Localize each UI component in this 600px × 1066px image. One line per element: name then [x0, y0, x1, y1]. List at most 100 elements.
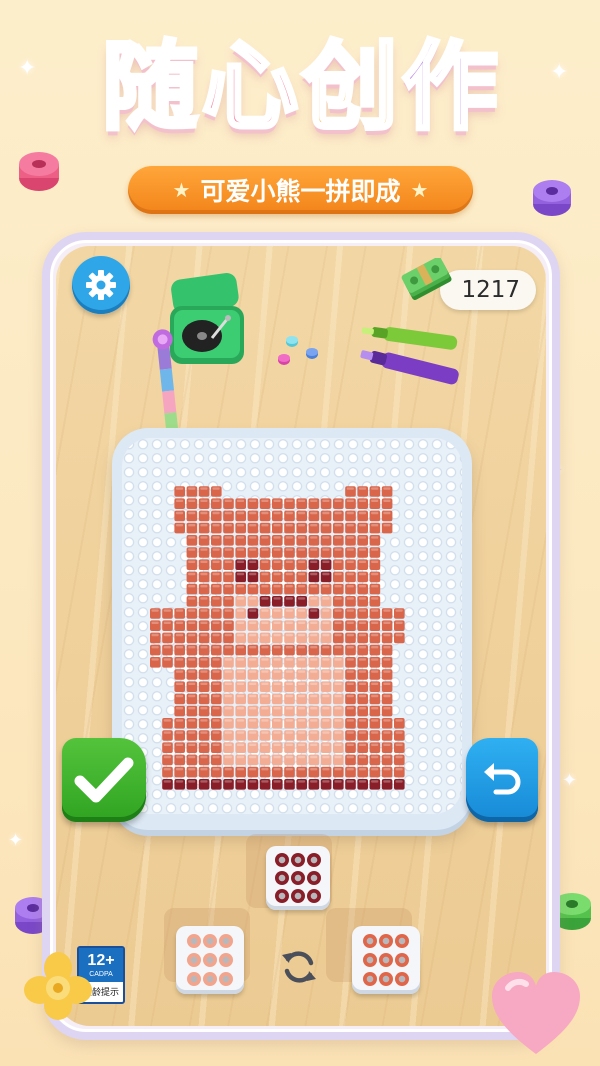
bead-highlight — [322, 572, 330, 576]
bead-highlight — [310, 646, 318, 649]
bead-highlight — [334, 524, 342, 527]
confirm-button[interactable] — [62, 738, 146, 822]
bead-highlight — [358, 731, 367, 734]
bead-highlight — [249, 560, 257, 563]
bead-highlight — [212, 768, 220, 771]
bead-highlight — [249, 719, 257, 722]
bead-highlight — [383, 487, 391, 490]
bead-highlight — [212, 633, 220, 637]
undo-button[interactable] — [466, 738, 538, 822]
bead-highlight — [334, 585, 342, 588]
bead-highlight — [322, 743, 330, 746]
bead-highlight — [188, 560, 196, 563]
heart-decoration — [492, 972, 580, 1054]
bead — [291, 889, 305, 903]
bead-highlight — [224, 548, 232, 551]
bead — [379, 933, 393, 948]
bead — [187, 972, 201, 987]
bead-highlight — [163, 646, 171, 649]
settings-button[interactable] — [72, 256, 130, 314]
bead-highlight — [371, 597, 379, 600]
bead-highlight — [310, 780, 318, 783]
bead-highlight — [200, 621, 208, 624]
bead-highlight — [285, 609, 293, 612]
bead-tray-coral[interactable] — [352, 926, 420, 994]
bead-highlight — [224, 743, 232, 746]
bead-highlight — [310, 499, 318, 502]
bead-highlight — [273, 560, 281, 563]
bead-highlight — [285, 682, 293, 685]
bead-highlight — [297, 780, 306, 783]
bead-highlight — [358, 572, 367, 576]
bead-highlight — [273, 694, 281, 698]
bead-highlight — [175, 524, 184, 527]
game-title: 随 心 创 作 — [60, 22, 540, 152]
bead-highlight — [297, 585, 306, 588]
bead-highlight — [261, 743, 269, 746]
bead-highlight — [236, 670, 245, 673]
bead-highlight — [261, 597, 269, 600]
bead-highlight — [273, 536, 281, 539]
bead-highlight — [334, 768, 342, 771]
bead-highlight — [297, 524, 306, 527]
bead-highlight — [322, 585, 330, 588]
bead-highlight — [261, 658, 269, 661]
bead-highlight — [200, 768, 208, 771]
bead-highlight — [188, 658, 196, 661]
bead-highlight — [236, 548, 245, 551]
bead-tray-dark-red[interactable] — [266, 846, 330, 910]
bead-highlight — [151, 633, 159, 637]
bead-highlight — [334, 780, 342, 783]
bead-highlight — [273, 755, 281, 759]
bead-highlight — [371, 658, 379, 661]
bead-highlight — [249, 585, 257, 588]
bead-highlight — [334, 707, 342, 710]
bead-highlight — [322, 511, 330, 515]
bead-highlight — [175, 743, 184, 746]
bead-highlight — [297, 755, 306, 759]
bead-highlight — [297, 646, 306, 649]
bead-highlight — [188, 511, 196, 515]
sparkle-icon: ✦ — [562, 770, 578, 791]
bead-highlight — [358, 548, 367, 551]
bead-highlight — [249, 731, 257, 734]
bead-highlight — [346, 585, 354, 588]
bead-highlight — [322, 755, 330, 759]
bear-bead-artwork[interactable] — [112, 428, 472, 830]
bead-highlight — [322, 694, 330, 698]
bead-highlight — [322, 499, 330, 502]
bead-highlight — [261, 755, 269, 759]
bead-highlight — [212, 731, 220, 734]
star-icon: ★ — [172, 178, 191, 202]
bead-highlight — [200, 670, 208, 673]
bead-highlight — [285, 707, 293, 710]
bead-highlight — [249, 780, 257, 783]
bead-highlight — [212, 719, 220, 722]
bead-highlight — [200, 597, 208, 600]
bead-highlight — [188, 597, 196, 600]
bead-highlight — [285, 585, 293, 588]
bead-highlight — [346, 633, 354, 637]
bead-highlight — [188, 670, 196, 673]
bead-highlight — [334, 621, 342, 624]
coin-amount: 1217 — [461, 277, 520, 303]
bead-tray-light-pink[interactable] — [176, 926, 244, 994]
bead-highlight — [273, 524, 281, 527]
bead-highlight — [346, 621, 354, 624]
bead-highlight — [249, 524, 257, 527]
bead-highlight — [297, 768, 306, 771]
bead-highlight — [175, 511, 184, 515]
bead — [291, 871, 305, 885]
refresh-button[interactable] — [276, 944, 322, 990]
bead-highlight — [297, 511, 306, 515]
bead-highlight — [297, 658, 306, 661]
bead-highlight — [310, 560, 318, 563]
bead-highlight — [163, 609, 171, 612]
subtitle-text: 可爱小熊一拼即成 — [200, 177, 401, 206]
bead-highlight — [249, 511, 257, 515]
bead-highlight — [285, 719, 293, 722]
bead-highlight — [334, 597, 342, 600]
bead — [379, 972, 393, 987]
bead-highlight — [322, 707, 330, 710]
bead-highlight — [188, 707, 196, 710]
